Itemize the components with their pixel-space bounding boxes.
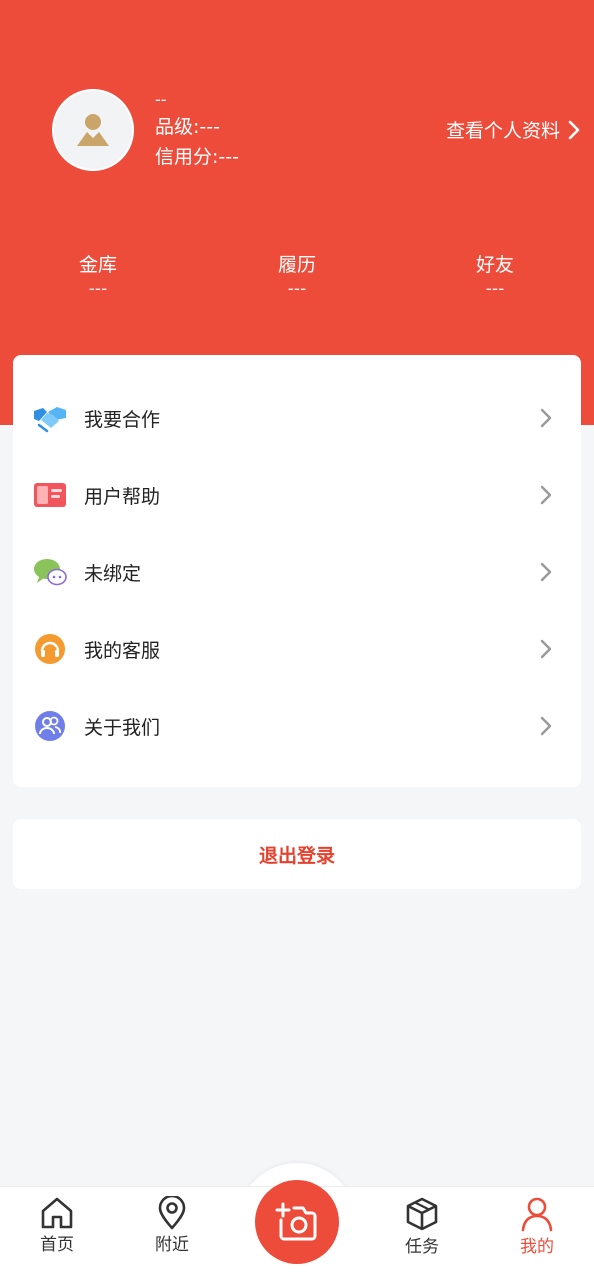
stat-label: 金库 <box>78 254 117 276</box>
menu-item-about-us[interactable]: 关于我们 <box>13 694 581 758</box>
tab-nearby[interactable]: 附近 <box>132 1196 212 1256</box>
menu-item-customer-service[interactable]: 我的客服 <box>13 617 581 681</box>
menu-item-help[interactable]: 用户帮助 <box>13 463 581 527</box>
home-icon <box>41 1197 73 1229</box>
location-pin-icon <box>158 1196 186 1230</box>
tab-label: 首页 <box>40 1235 74 1255</box>
stat-value: --- <box>485 279 505 299</box>
logout-button[interactable]: 退出登录 <box>13 819 581 889</box>
tab-tasks[interactable]: 任务 <box>382 1196 462 1258</box>
stat-friends[interactable]: 好友 --- <box>435 252 555 300</box>
menu-item-label: 我的客服 <box>84 639 161 662</box>
credit-text: 信用分:--- <box>155 146 239 168</box>
avatar[interactable] <box>52 89 134 171</box>
stat-resume[interactable]: 履历 --- <box>237 252 357 300</box>
stat-value: --- <box>287 279 307 299</box>
view-profile-link[interactable]: 查看个人资料 <box>446 116 580 143</box>
menu-item-wechat-binding[interactable]: 未绑定 <box>13 540 581 604</box>
view-profile-label: 查看个人资料 <box>445 120 560 142</box>
user-info: -- 品级:--- 信用分:--- <box>155 88 239 172</box>
logout-label: 退出登录 <box>258 844 335 867</box>
menu-item-label: 关于我们 <box>84 716 161 739</box>
chevron-right-icon <box>568 120 580 139</box>
tab-label: 附近 <box>155 1235 189 1255</box>
chevron-right-icon <box>540 562 552 582</box>
stat-vault[interactable]: 金库 --- <box>38 252 158 300</box>
tab-home[interactable]: 首页 <box>17 1196 97 1256</box>
wechat-icon <box>33 555 67 589</box>
menu-card: 我要合作 用户帮助 未绑定 我的客服 关于我们 <box>13 355 581 787</box>
user-icon <box>521 1197 553 1232</box>
menu-item-cooperate[interactable]: 我要合作 <box>13 386 581 450</box>
chevron-right-icon <box>540 716 552 736</box>
nickname: -- <box>155 90 167 109</box>
stats-row: 金库 --- 履历 --- 好友 --- <box>0 252 594 312</box>
tab-mine[interactable]: 我的 <box>497 1196 577 1258</box>
tab-label: 任务 <box>405 1237 439 1257</box>
chevron-right-icon <box>540 485 552 505</box>
users-icon <box>33 709 67 743</box>
stat-label: 好友 <box>475 254 514 276</box>
chevron-right-icon <box>540 408 552 428</box>
headset-icon <box>33 632 67 666</box>
menu-item-label: 未绑定 <box>84 562 142 585</box>
handshake-icon <box>33 401 67 435</box>
stat-value: --- <box>88 279 108 299</box>
camera-add-button[interactable] <box>255 1180 339 1264</box>
camera-add-icon <box>275 1202 317 1241</box>
book-icon <box>33 478 67 512</box>
menu-item-label: 我要合作 <box>84 408 161 431</box>
tab-label: 我的 <box>520 1237 554 1257</box>
box-icon <box>406 1197 438 1231</box>
level-text: 品级:--- <box>155 116 220 138</box>
chevron-right-icon <box>540 639 552 659</box>
menu-item-label: 用户帮助 <box>84 485 161 508</box>
stat-label: 履历 <box>277 254 316 276</box>
default-avatar-icon <box>77 114 109 146</box>
